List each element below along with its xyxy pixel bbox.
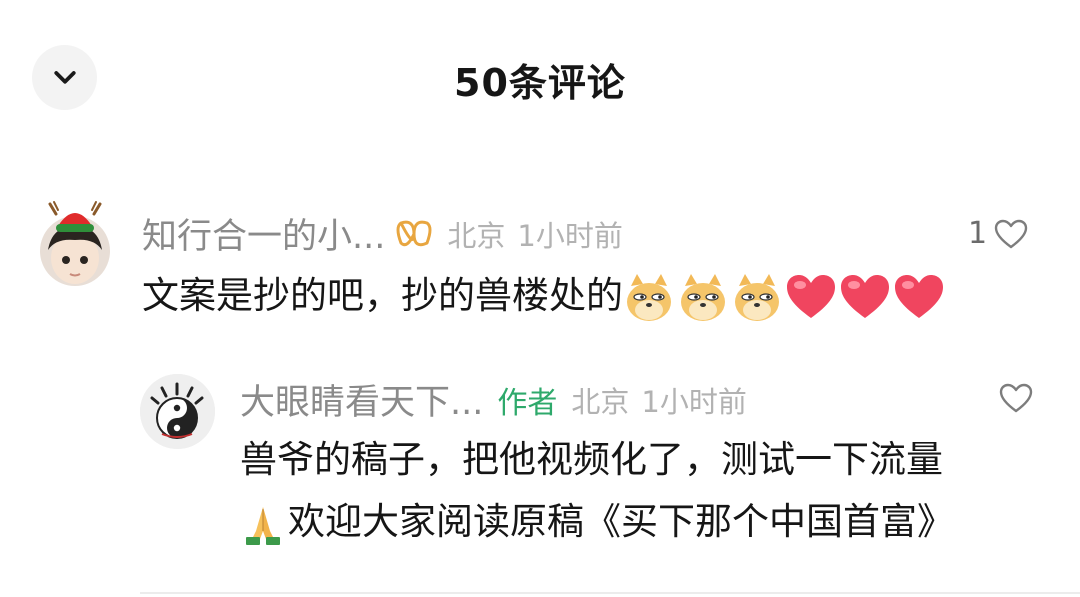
username[interactable]: 大眼睛看天下...: [240, 374, 483, 425]
heart-emoji: [893, 272, 945, 324]
like-count: 1: [968, 216, 988, 251]
infinity-badge-icon: [396, 220, 432, 246]
author-tag: 作者: [497, 385, 558, 421]
praying-hands-emoji: [240, 501, 286, 547]
santa-hat-decoration: [48, 200, 102, 232]
reply-text-line-1: 兽爷的稿子，把他视频化了，测试一下流量: [240, 438, 943, 481]
avatar[interactable]: [140, 374, 215, 449]
heart-emoji: [785, 272, 837, 324]
username[interactable]: 知行合一的小...: [142, 208, 385, 259]
doge-emoji: [731, 272, 783, 324]
reply-body-line-2: 欢迎大家阅读原稿《买下那个中国首富》: [288, 500, 954, 543]
timestamp: 1小时前: [641, 384, 747, 419]
comments-sheet: 50条评论 知行合一的小... 北京 1小时前 文案是抄的吧，抄的兽楼处的 1 …: [0, 0, 1080, 597]
divider: [140, 592, 1080, 594]
like-button[interactable]: [998, 382, 1034, 414]
comments-title: 50条评论: [454, 61, 626, 105]
heart-outline-icon: [994, 219, 1028, 248]
reply-meta: 大眼睛看天下... 作者 北京 1小时前: [240, 374, 747, 425]
heart-emoji: [839, 272, 891, 324]
doge-emoji: [623, 272, 675, 324]
location: 北京: [447, 218, 506, 253]
location: 北京: [571, 384, 630, 419]
reply-text-line-2: 欢迎大家阅读原稿《买下那个中国首富》: [240, 490, 954, 554]
comment-text: 文案是抄的吧，抄的兽楼处的: [142, 264, 947, 328]
yin-yang-eye-avatar-image: [140, 374, 215, 449]
comment-meta: 知行合一的小... 北京 1小时前: [142, 208, 623, 259]
like-button[interactable]: 1: [968, 216, 1029, 251]
timestamp: 1小时前: [517, 218, 623, 253]
comment-body: 文案是抄的吧，抄的兽楼处的: [142, 274, 623, 317]
doge-emoji: [677, 272, 729, 324]
emoji-group: [623, 272, 947, 324]
heart-outline-icon: [999, 383, 1033, 413]
